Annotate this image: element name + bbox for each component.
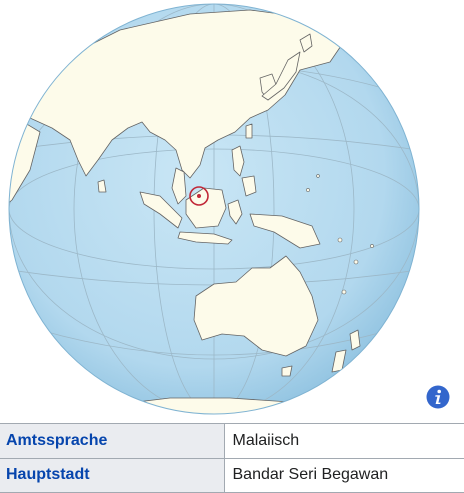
fact-label-cell: Amtssprache [0, 423, 225, 459]
globe-map-image [8, 3, 420, 415]
hauptstadt-link[interactable]: Hauptstadt [6, 466, 90, 483]
fact-row-capital: Hauptstadt Bandar Seri Begawan [0, 457, 464, 493]
infobox: Amtssprache Malaiisch Hauptstadt Bandar … [0, 0, 464, 493]
fact-label-cell: Hauptstadt [0, 457, 225, 493]
location-dot [197, 194, 201, 198]
fact-value-cell: Bandar Seri Begawan [223, 457, 464, 493]
fact-row-language: Amtssprache Malaiisch [0, 423, 464, 459]
facts-table: Amtssprache Malaiisch Hauptstadt Bandar … [0, 423, 464, 493]
fact-value-cell: Malaiisch [223, 423, 464, 459]
info-icon[interactable] [426, 385, 450, 409]
locator-map[interactable] [0, 0, 464, 423]
amtssprache-link[interactable]: Amtssprache [6, 432, 107, 449]
